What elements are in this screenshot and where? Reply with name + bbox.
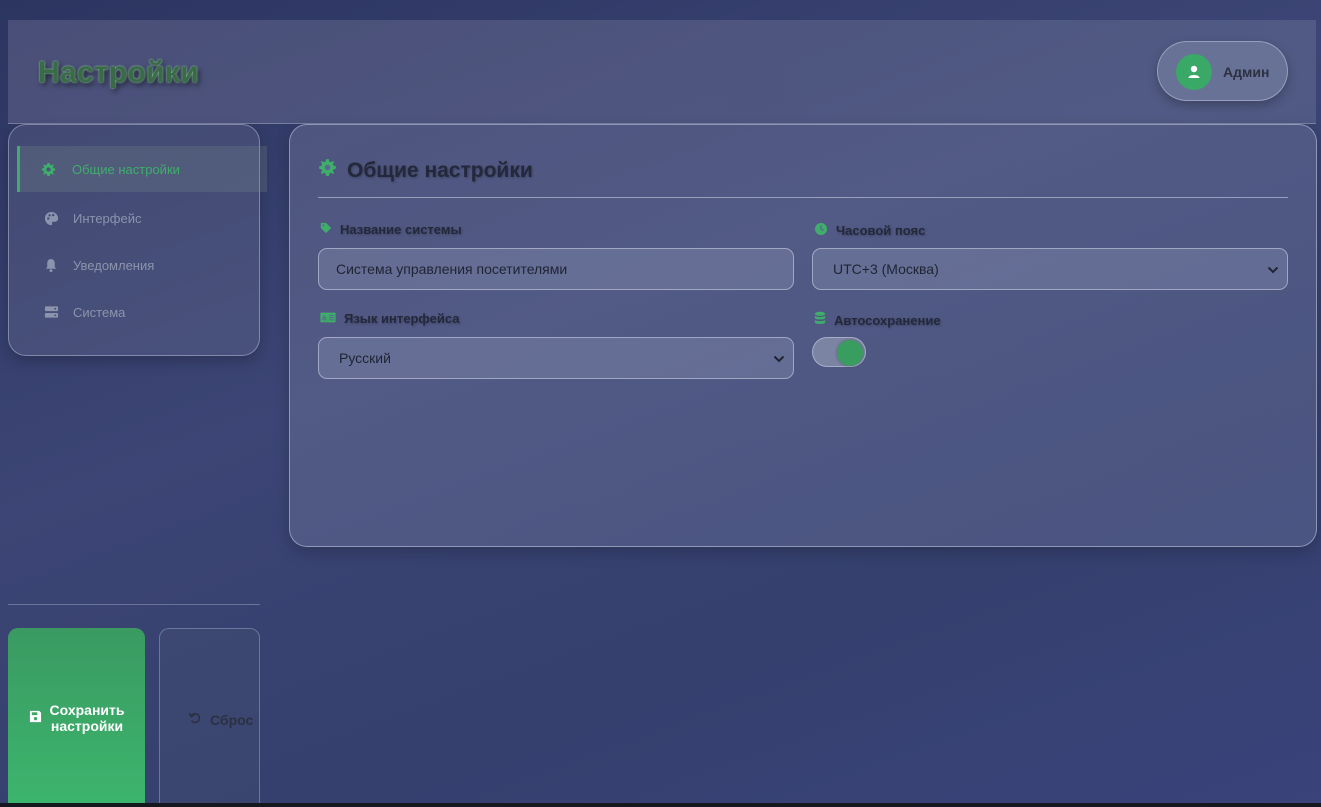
header-bar: Настройки Админ bbox=[8, 20, 1316, 124]
bell-icon bbox=[43, 257, 59, 273]
autosave-toggle[interactable] bbox=[812, 337, 866, 367]
panel-title: Общие настройки bbox=[318, 158, 533, 183]
gear-icon bbox=[40, 161, 56, 177]
language-value: Русский bbox=[339, 350, 391, 366]
system-name-value: Система управления посетителями bbox=[336, 261, 568, 277]
system-name-input[interactable]: Система управления посетителями bbox=[318, 248, 794, 290]
toggle-knob bbox=[837, 340, 863, 366]
chevron-down-icon bbox=[1267, 261, 1279, 277]
sidebar-item-notifications[interactable]: Уведомления bbox=[17, 242, 267, 288]
gear-icon bbox=[318, 158, 337, 183]
timezone-label: Часовой пояс bbox=[814, 222, 925, 239]
sidebar: Общие настройки Интерфейс Уведомления Си… bbox=[8, 124, 267, 356]
panel-title-text: Общие настройки bbox=[347, 158, 533, 182]
floppy-disk-icon bbox=[29, 710, 42, 726]
timezone-select[interactable]: UTC+3 (Москва) bbox=[812, 248, 1288, 290]
language-icon: A bbox=[320, 311, 336, 326]
user-profile-button[interactable]: Админ bbox=[1157, 41, 1288, 101]
language-select[interactable]: Русский bbox=[318, 337, 794, 379]
system-name-label: Название системы bbox=[320, 222, 462, 237]
palette-icon bbox=[43, 210, 59, 226]
sidebar-item-interface[interactable]: Интерфейс bbox=[17, 195, 267, 241]
reset-settings-button[interactable]: Сброс bbox=[159, 628, 260, 807]
panel-divider bbox=[318, 197, 1288, 198]
timezone-label-text: Часовой пояс bbox=[836, 223, 926, 238]
chevron-down-icon bbox=[773, 350, 785, 366]
general-settings-panel: Общие настройки Название системы Система… bbox=[289, 124, 1317, 547]
user-name: Админ bbox=[1223, 64, 1270, 80]
user-icon bbox=[1176, 54, 1212, 90]
autosave-label: Автосохранение bbox=[814, 311, 941, 329]
sidebar-item-system[interactable]: Система bbox=[17, 289, 267, 335]
tag-icon bbox=[320, 222, 332, 237]
database-icon bbox=[814, 311, 826, 329]
sidebar-item-label: Система bbox=[73, 304, 126, 320]
timezone-value: UTC+3 (Москва) bbox=[833, 261, 939, 277]
save-settings-button[interactable]: Сохранить настройки bbox=[8, 628, 145, 807]
undo-icon bbox=[188, 711, 202, 728]
sidebar-item-general[interactable]: Общие настройки bbox=[17, 146, 267, 192]
clock-icon bbox=[814, 222, 828, 239]
sidebar-item-label: Общие настройки bbox=[72, 161, 180, 177]
bottom-edge bbox=[0, 803, 1321, 807]
reset-button-label: Сброс bbox=[210, 711, 254, 728]
save-button-label-line2: настройки bbox=[50, 717, 124, 734]
save-button-label-line1: Сохранить bbox=[49, 701, 125, 718]
system-name-label-text: Название системы bbox=[340, 222, 462, 237]
language-label: A Язык интерфейса bbox=[320, 311, 459, 326]
language-label-text: Язык интерфейса bbox=[344, 311, 460, 326]
autosave-label-text: Автосохранение bbox=[834, 312, 941, 328]
svg-text:A: A bbox=[322, 315, 327, 322]
sidebar-divider bbox=[8, 604, 260, 605]
page-title: Настройки bbox=[38, 56, 199, 89]
sidebar-item-label: Интерфейс bbox=[73, 210, 142, 226]
sidebar-item-label: Уведомления bbox=[73, 257, 155, 273]
server-icon bbox=[43, 304, 59, 320]
